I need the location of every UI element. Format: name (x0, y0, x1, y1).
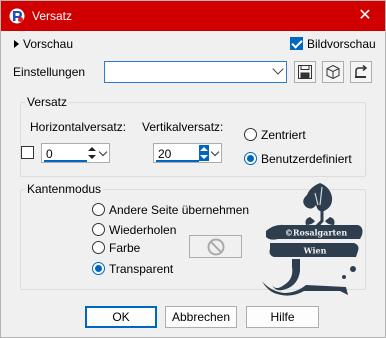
cube-icon (326, 64, 340, 80)
edge-option-label: Transparent (109, 262, 174, 276)
cancel-button[interactable]: Abbrechen (165, 306, 237, 328)
edge-option-radio-selected[interactable] (92, 262, 105, 275)
watermark-logo: ©Rosalgarten Wien (260, 181, 365, 299)
vertical-offset-input[interactable]: 20 (153, 143, 222, 163)
edge-option-radio[interactable] (92, 241, 105, 254)
edge-mode-group-title: Kantenmodus (25, 182, 104, 196)
chevron-down-icon (272, 63, 284, 75)
watermark-text-line2: Wien (303, 246, 327, 256)
disabled-icon (207, 238, 225, 256)
horizontal-stepper[interactable] (87, 145, 97, 161)
save-icon (298, 65, 312, 79)
edge-color-swatch[interactable] (189, 235, 242, 258)
horizontal-offset-value: 0 (46, 147, 53, 161)
ok-button[interactable]: OK (85, 306, 157, 328)
benutzerdefiniert-radio[interactable] (244, 152, 257, 165)
link-offsets-checkbox[interactable] (21, 146, 34, 159)
watermark-text-line1: ©Rosalgarten (285, 228, 347, 238)
vertical-offset-value: 20 (158, 147, 172, 161)
bildvorschau-label: Bildvorschau (307, 37, 376, 51)
window-title: Versatz (32, 9, 73, 23)
horizontal-offset-label: Horizontalversatz: (30, 120, 127, 134)
chevron-down-icon[interactable] (98, 147, 108, 157)
edge-option-label: Farbe (109, 241, 141, 255)
preview-toggle-label: Vorschau (23, 37, 74, 51)
zentriert-radio[interactable] (244, 128, 257, 141)
dialog-window: Versatz ✕ Vorschau Bildvorschau Einstell… (0, 0, 386, 338)
edge-option-radio[interactable] (92, 223, 105, 236)
bildvorschau-checkbox[interactable] (290, 37, 303, 50)
app-icon (9, 8, 25, 24)
reset-button[interactable] (350, 61, 372, 83)
zentriert-label: Zentriert (261, 128, 306, 142)
close-button[interactable]: ✕ (353, 5, 377, 27)
preset-manager-button[interactable] (322, 61, 344, 83)
reset-icon (355, 64, 368, 78)
benutzerdefiniert-label: Benutzerdefiniert (261, 152, 352, 166)
chevron-down-icon[interactable] (210, 147, 220, 157)
edge-option-label: Andere Seite übernehmen (109, 203, 250, 217)
help-button[interactable]: Hilfe (246, 306, 319, 328)
save-preset-button[interactable] (294, 61, 316, 83)
settings-combobox[interactable] (104, 61, 287, 83)
horizontal-offset-input[interactable]: 0 (41, 143, 110, 163)
vertical-offset-label: Vertikalversatz: (142, 120, 224, 134)
edge-option-radio[interactable] (92, 203, 105, 216)
focus-underline (156, 160, 199, 162)
offset-group-title: Versatz (25, 95, 70, 109)
expand-arrow-icon (14, 40, 19, 48)
vertical-stepper[interactable] (199, 145, 209, 161)
edge-option-label: Wiederholen (109, 223, 177, 237)
settings-label: Einstellungen (13, 65, 86, 79)
title-bar[interactable]: Versatz ✕ (1, 1, 385, 31)
focus-underline (44, 160, 87, 162)
preview-toggle[interactable]: Vorschau (14, 37, 73, 51)
